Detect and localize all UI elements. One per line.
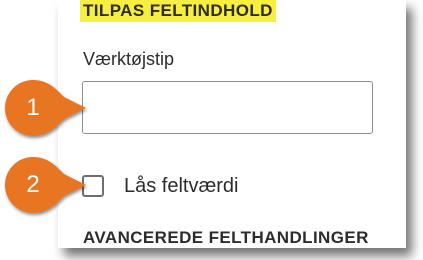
lock-field-value-label: Lås feltværdi (124, 174, 239, 197)
callout-1: 1 (4, 79, 88, 137)
callout-number: 2 (26, 171, 40, 198)
callout-number: 1 (26, 94, 40, 121)
screenshot-canvas: TILPAS FELTINDHOLD Værktøjstip Lås feltv… (0, 0, 423, 260)
tooltip-field-label: Værktøjstip (83, 49, 175, 69)
tooltip-input[interactable] (82, 81, 373, 134)
properties-panel: TILPAS FELTINDHOLD Værktøjstip Lås feltv… (58, 0, 406, 248)
callout-2: 2 (4, 156, 88, 214)
section-title-advanced-field-actions[interactable]: AVANCEREDE FELTHANDLINGER (83, 228, 369, 248)
lock-field-value-row[interactable]: Lås feltværdi (82, 173, 239, 199)
section-title-customize-field-content: TILPAS FELTINDHOLD (80, 0, 276, 22)
